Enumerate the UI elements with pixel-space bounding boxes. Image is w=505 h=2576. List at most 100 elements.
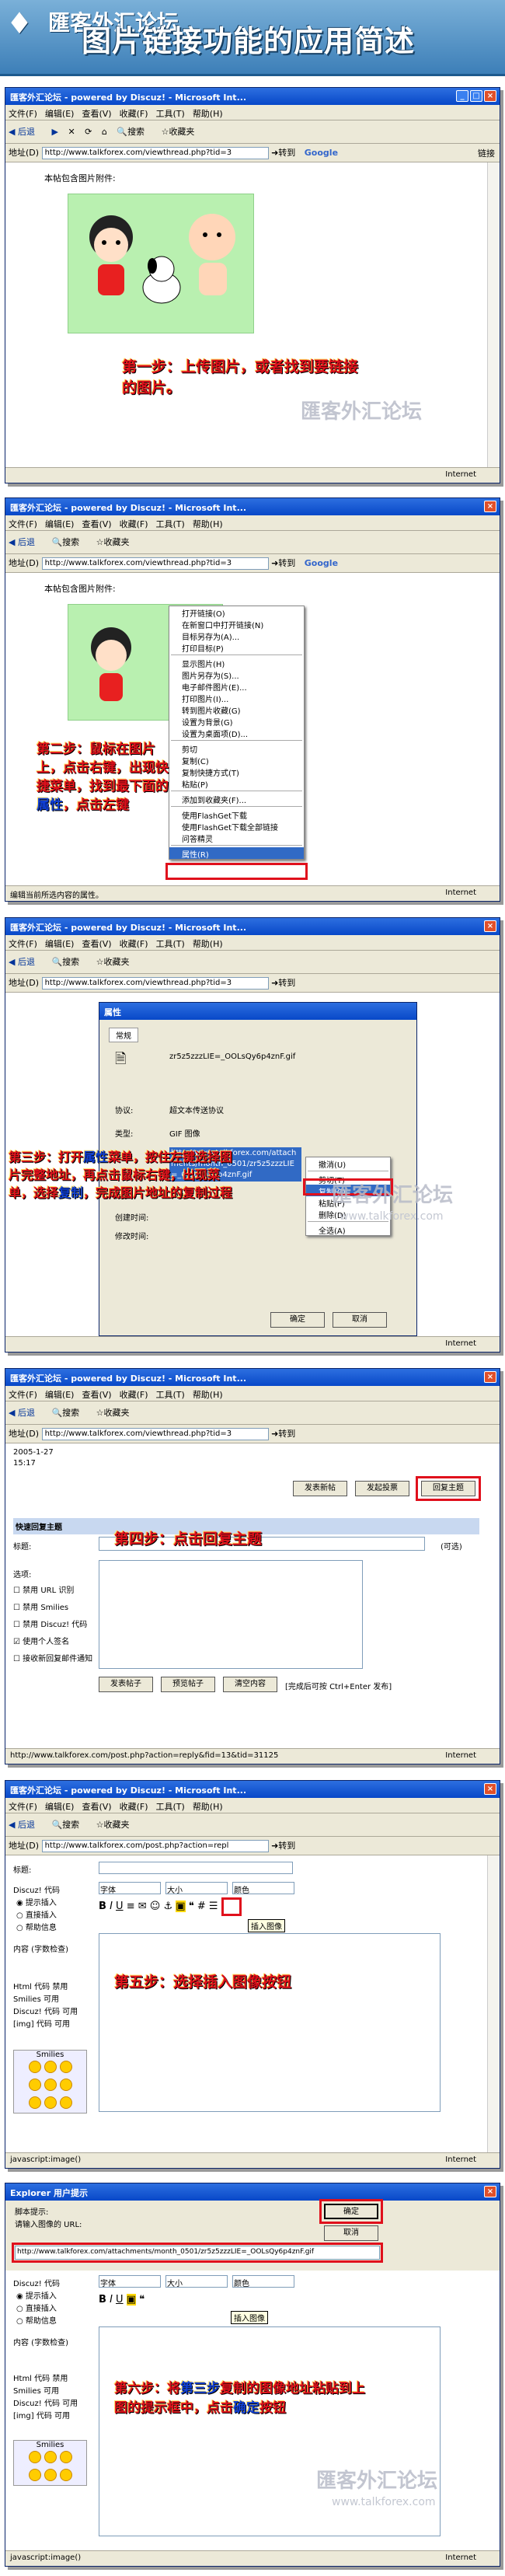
underline-icon[interactable]: U xyxy=(116,2294,124,2305)
ctx-item[interactable]: 转到图片收藏(G) xyxy=(169,703,304,716)
smiley-icon[interactable] xyxy=(44,2451,57,2463)
menu-view[interactable]: 查看(V) xyxy=(82,1390,111,1400)
menu-help[interactable]: 帮助(H) xyxy=(193,109,223,119)
ctx-item[interactable]: 电子邮件图片(E)... xyxy=(169,680,304,693)
back-button[interactable]: ◀ 后退 xyxy=(9,1820,42,1830)
smiley-icon[interactable] xyxy=(28,2079,41,2091)
prompt-cancel-button[interactable]: 取消 xyxy=(324,2225,378,2241)
ctx-item[interactable]: 图片另存为(S)... xyxy=(169,668,304,681)
back-button[interactable]: ◀ 后退 xyxy=(9,1408,42,1418)
mode-help[interactable]: ○ 帮助信息 xyxy=(16,1921,57,1932)
option-discuz[interactable]: ☐ 禁用 Discuz! 代码 xyxy=(13,1618,87,1629)
forward-button[interactable]: ▶ xyxy=(51,127,57,137)
favorites-button[interactable]: ☆收藏夹 xyxy=(96,1820,137,1830)
menu-favorites[interactable]: 收藏(F) xyxy=(120,939,148,949)
color-select[interactable]: 颜色 xyxy=(232,2275,294,2288)
menu-help[interactable]: 帮助(H) xyxy=(193,1390,223,1400)
ctx-item[interactable]: 问答精灵 xyxy=(169,832,304,844)
menu-tools[interactable]: 工具(T) xyxy=(156,1802,185,1812)
go-button[interactable]: ➜转到 xyxy=(271,1841,295,1851)
menu-file[interactable]: 文件(F) xyxy=(9,1802,37,1812)
menu-file[interactable]: 文件(F) xyxy=(9,939,37,949)
back-button[interactable]: ◀ 后退 xyxy=(9,957,42,967)
close-icon[interactable]: × xyxy=(484,1371,496,1383)
ctx-properties[interactable]: 属性(R) xyxy=(169,847,304,860)
bold-icon[interactable]: B xyxy=(99,1901,106,1912)
ctx-item[interactable]: 使用FlashGet下载 xyxy=(169,808,304,821)
underline-icon[interactable]: U xyxy=(116,1901,124,1912)
quote-icon[interactable]: ❝ xyxy=(189,1901,194,1912)
go-button[interactable]: ➜转到 xyxy=(271,148,295,158)
go-button[interactable]: ➜转到 xyxy=(271,978,295,988)
smiley-icon[interactable] xyxy=(59,2061,72,2073)
font-select[interactable]: 字体 xyxy=(99,1882,161,1895)
bold-icon[interactable]: B xyxy=(99,2294,106,2305)
menu-tools[interactable]: 工具(T) xyxy=(156,109,185,119)
links-label[interactable]: 链接 xyxy=(478,147,495,159)
menu-favorites[interactable]: 收藏(F) xyxy=(120,519,148,529)
submit-button[interactable]: 发表帖子 xyxy=(99,1677,153,1692)
option-signature[interactable]: ☑ 使用个人签名 xyxy=(13,1635,69,1646)
favorites-button[interactable]: ☆收藏夹 xyxy=(96,537,137,547)
mode-prompt[interactable]: ◉ 提示插入 xyxy=(16,1896,57,1908)
ctx-item[interactable]: 打印目标(P) xyxy=(169,641,304,654)
ctx-item[interactable]: 设置为背景(G) xyxy=(169,715,304,728)
smiley-icon[interactable] xyxy=(44,2469,57,2481)
smiley-icon[interactable] xyxy=(59,2469,72,2481)
menu-tools[interactable]: 工具(T) xyxy=(156,939,185,949)
refresh-icon[interactable]: ⟳ xyxy=(85,127,92,137)
menu-help[interactable]: 帮助(H) xyxy=(193,939,223,949)
ctx-item[interactable]: 设置为桌面项(D)... xyxy=(169,727,304,739)
close-icon[interactable]: × xyxy=(484,501,496,512)
menu-view[interactable]: 查看(V) xyxy=(82,519,111,529)
ctx-item[interactable]: 打开链接(O) xyxy=(169,606,304,619)
menu-edit[interactable]: 编辑(E) xyxy=(45,1390,75,1400)
ctx-item[interactable]: 剪切 xyxy=(169,742,304,755)
ctx-item[interactable]: 使用FlashGet下载全部链接 xyxy=(169,820,304,832)
search-button[interactable]: 🔍搜索 xyxy=(117,127,152,137)
ctx-item[interactable]: 打印图片(I)... xyxy=(169,692,304,704)
go-button[interactable]: ➜转到 xyxy=(271,558,295,568)
smiley-icon[interactable] xyxy=(28,2469,41,2481)
address-input[interactable]: http://www.talkforex.com/viewthread.php?… xyxy=(41,1428,269,1440)
ctx-item[interactable]: 粘贴(P) xyxy=(169,777,304,790)
mode-help[interactable]: ○ 帮助信息 xyxy=(16,2314,57,2326)
google-toolbar[interactable]: Google xyxy=(305,148,338,158)
ctx-item[interactable]: 添加到收藏夹(F)... xyxy=(169,793,304,805)
favorites-button[interactable]: ☆收藏夹 xyxy=(162,127,202,137)
mini-item[interactable]: 全选(A) xyxy=(306,1223,390,1236)
minimize-icon[interactable]: _ xyxy=(456,90,468,102)
menu-view[interactable]: 查看(V) xyxy=(82,939,111,949)
mode-prompt[interactable]: ◉ 提示插入 xyxy=(16,2289,57,2301)
preview-button[interactable]: 预览帖子 xyxy=(161,1677,215,1692)
option-smilies[interactable]: ☐ 禁用 Smilies xyxy=(13,1600,68,1612)
menu-edit[interactable]: 编辑(E) xyxy=(45,109,75,119)
title-input[interactable] xyxy=(99,1862,293,1874)
menu-file[interactable]: 文件(F) xyxy=(9,1390,37,1400)
smiley-icon[interactable] xyxy=(44,2096,57,2109)
close-icon[interactable]: × xyxy=(484,920,496,932)
smiley-icon[interactable] xyxy=(59,2451,72,2463)
favorites-button[interactable]: ☆收藏夹 xyxy=(96,1408,137,1418)
smiley-icon[interactable] xyxy=(44,2061,57,2073)
size-select[interactable]: 大小 xyxy=(165,2275,228,2288)
close-icon[interactable]: × xyxy=(484,90,496,102)
link-icon[interactable]: ⚓ xyxy=(164,1901,173,1912)
google-toolbar[interactable]: Google xyxy=(305,558,338,568)
ctx-item[interactable]: 目标另存为(A)... xyxy=(169,630,304,642)
cancel-button[interactable]: 取消 xyxy=(333,1312,387,1328)
go-button[interactable]: ➜转到 xyxy=(271,1429,295,1439)
search-button[interactable]: 🔍搜索 xyxy=(51,1820,86,1830)
tab-general[interactable]: 常规 xyxy=(109,1028,138,1042)
menu-favorites[interactable]: 收藏(F) xyxy=(120,1390,148,1400)
message-textarea[interactable] xyxy=(99,1560,363,1669)
mode-direct[interactable]: ○ 直接插入 xyxy=(16,2302,57,2313)
color-select[interactable]: 颜色 xyxy=(232,1882,294,1895)
ok-button[interactable]: 确定 xyxy=(270,1312,325,1328)
code-icon[interactable]: # xyxy=(197,1901,206,1912)
menu-help[interactable]: 帮助(H) xyxy=(193,1802,223,1812)
menu-edit[interactable]: 编辑(E) xyxy=(45,939,75,949)
smiley-icon[interactable]: ☺ xyxy=(150,1901,161,1912)
ctx-item[interactable]: 复制(C) xyxy=(169,754,304,766)
quote-icon[interactable]: ❝ xyxy=(139,2294,145,2305)
